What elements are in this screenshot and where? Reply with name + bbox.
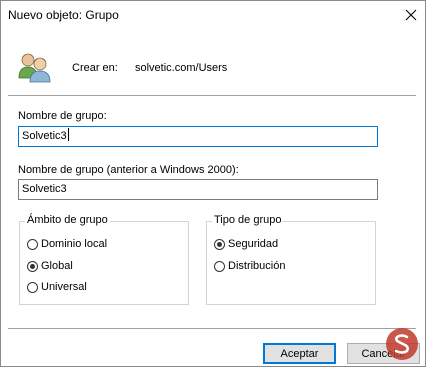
radio-label: Distribución bbox=[228, 260, 286, 272]
radio-circle-icon bbox=[27, 281, 38, 293]
accept-button[interactable]: Aceptar bbox=[263, 343, 336, 364]
group-name-pre2000-value: Solvetic3 bbox=[22, 183, 67, 195]
group-type-legend: Tipo de grupo bbox=[212, 214, 284, 226]
create-in-value: solvetic.com/Users bbox=[135, 62, 228, 74]
users-group-icon bbox=[18, 53, 51, 83]
create-location-row: Crear en: solvetic.com/Users bbox=[18, 51, 418, 85]
separator bbox=[8, 328, 416, 329]
create-in-label: Crear en: bbox=[72, 62, 118, 74]
group-name-pre2000-input[interactable]: Solvetic3 bbox=[18, 179, 378, 200]
dialog-window: Nuevo objeto: Grupo Crear en: solvetic.c… bbox=[0, 0, 426, 367]
radio-checked-icon bbox=[27, 260, 38, 272]
radio-checked-icon bbox=[214, 238, 225, 250]
group-name-input[interactable]: Solvetic3 bbox=[18, 126, 378, 147]
radio-label: Dominio local bbox=[41, 238, 108, 250]
close-button[interactable] bbox=[397, 1, 425, 29]
radio-distribucion[interactable]: Distribución bbox=[214, 260, 285, 272]
group-name-value: Solvetic3 bbox=[22, 130, 67, 142]
radio-circle-icon bbox=[214, 260, 225, 272]
radio-label: Seguridad bbox=[228, 238, 279, 250]
group-name-label: Nombre de grupo: bbox=[18, 110, 107, 122]
watermark-logo-icon bbox=[386, 328, 418, 360]
group-scope-box: Ámbito de grupo Dominio local Global Uni… bbox=[19, 214, 189, 305]
radio-seguridad[interactable]: Seguridad bbox=[214, 238, 278, 250]
group-scope-legend: Ámbito de grupo bbox=[25, 214, 110, 226]
window-title: Nuevo objeto: Grupo bbox=[8, 8, 119, 22]
radio-circle-icon bbox=[27, 238, 38, 250]
radio-dominio-local[interactable]: Dominio local bbox=[27, 238, 107, 250]
title-bar[interactable]: Nuevo objeto: Grupo bbox=[1, 1, 425, 29]
group-type-box: Tipo de grupo Seguridad Distribución bbox=[206, 214, 376, 305]
radio-universal[interactable]: Universal bbox=[27, 281, 87, 293]
separator bbox=[8, 95, 416, 96]
text-caret bbox=[67, 128, 69, 141]
radio-label: Universal bbox=[41, 281, 87, 293]
group-name-pre2000-label: Nombre de grupo (anterior a Windows 2000… bbox=[18, 164, 239, 176]
radio-label: Global bbox=[41, 260, 73, 272]
radio-global[interactable]: Global bbox=[27, 260, 73, 272]
close-icon bbox=[405, 9, 417, 21]
